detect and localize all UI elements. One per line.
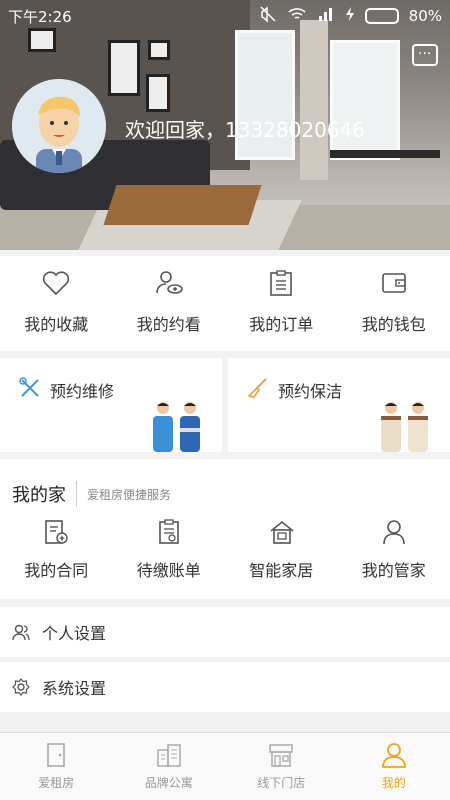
home-item-label: 我的管家 (361, 561, 426, 580)
home-item-label: 我的合同 (24, 561, 89, 580)
section-title: 我的家 (12, 481, 77, 507)
system-settings-row[interactable]: 系统设置 (0, 662, 450, 712)
wrench-screwdriver-icon (18, 376, 42, 400)
quick-item-favorites[interactable]: 我的收藏 (0, 256, 113, 351)
section-header: 我的家 爱租房便捷服务 (12, 481, 171, 507)
quick-item-label: 我的收藏 (24, 315, 89, 334)
cleaning-workers-illustration (373, 400, 438, 452)
home-item-housekeeper[interactable]: 我的管家 (338, 519, 450, 589)
status-bar: 下午2:26 80% (0, 0, 450, 32)
home-item-label: 待缴账单 (136, 561, 201, 580)
wifi-icon (287, 6, 307, 26)
tab-offline-stores[interactable]: 线下门店 (225, 733, 338, 800)
mute-icon (259, 5, 277, 27)
buildings-icon (156, 742, 182, 768)
home-item-bills[interactable]: 待缴账单 (113, 519, 226, 589)
tab-label: 线下门店 (257, 776, 306, 790)
wall-frame (146, 74, 170, 112)
charging-icon (345, 6, 355, 26)
quick-menu: 我的收藏 我的约看 我的订单 我的钱包 (0, 256, 450, 351)
quick-item-label: 我的约看 (136, 315, 201, 334)
smart-home-icon (268, 519, 294, 545)
battery-percent: 80% (408, 7, 442, 25)
background-coffee-table (103, 185, 262, 225)
repair-booking-card[interactable]: 预约维修 (0, 358, 222, 452)
user-eye-icon (155, 269, 183, 297)
heart-icon (42, 269, 70, 297)
avatar-illustration-icon (12, 79, 106, 173)
message-icon[interactable] (412, 42, 438, 66)
avatar[interactable] (12, 79, 106, 173)
home-item-smart-home[interactable]: 智能家居 (225, 519, 338, 589)
tab-label: 我的 (381, 776, 406, 790)
tab-brand-apartments[interactable]: 品牌公寓 (113, 733, 226, 800)
broom-icon (246, 376, 270, 400)
cleaning-booking-card[interactable]: 预约保洁 (228, 358, 450, 452)
bill-icon (156, 519, 182, 545)
my-home-grid: 我的合同 待缴账单 智能家居 我的管家 (0, 519, 450, 589)
quick-item-label: 我的订单 (249, 315, 314, 334)
setting-label: 系统设置 (42, 679, 107, 698)
quick-item-orders[interactable]: 我的订单 (225, 256, 338, 351)
setting-label: 个人设置 (42, 624, 107, 643)
background-curtain (300, 20, 328, 180)
tab-label: 爱租房 (38, 776, 75, 790)
door-icon (43, 742, 69, 768)
quick-item-wallet[interactable]: 我的钱包 (338, 256, 450, 351)
wall-frame (148, 40, 170, 60)
battery-shell (364, 8, 399, 24)
status-time: 下午2:26 (8, 7, 72, 26)
signal-icon (317, 6, 335, 26)
tab-mine[interactable]: 我的 (338, 733, 450, 800)
clipboard-list-icon (267, 269, 295, 297)
service-label: 预约保洁 (278, 382, 343, 401)
wall-frame (108, 40, 140, 96)
contract-icon (43, 519, 69, 545)
users-icon (12, 623, 30, 641)
home-item-contract[interactable]: 我的合同 (0, 519, 113, 589)
tab-label: 品牌公寓 (144, 776, 193, 790)
housekeeper-icon (381, 519, 407, 545)
person-icon (381, 742, 407, 768)
section-subtitle: 爱租房便捷服务 (87, 487, 172, 502)
my-home-section: 我的家 爱租房便捷服务 我的合同 待缴账单 智能家居 我的管家 (0, 459, 450, 599)
service-label: 预约维修 (50, 382, 115, 401)
welcome-text: 欢迎回家，13328020646 (125, 118, 365, 142)
battery-icon (364, 8, 399, 24)
store-icon (268, 742, 294, 768)
status-icons: 80% (259, 5, 442, 27)
tab-aizufang[interactable]: 爱租房 (0, 733, 113, 800)
personal-settings-row[interactable]: 个人设置 (0, 607, 450, 657)
service-cards: 预约维修 预约保洁 (0, 358, 450, 452)
wallet-icon (380, 269, 408, 297)
quick-item-viewings[interactable]: 我的约看 (113, 256, 226, 351)
settings-gear-icon (12, 678, 30, 696)
repair-workers-illustration (145, 400, 210, 452)
background-table (330, 150, 440, 158)
home-item-label: 智能家居 (249, 561, 314, 580)
quick-item-label: 我的钱包 (361, 315, 426, 334)
bottom-tab-bar: 爱租房 品牌公寓 线下门店 我的 (0, 732, 450, 800)
